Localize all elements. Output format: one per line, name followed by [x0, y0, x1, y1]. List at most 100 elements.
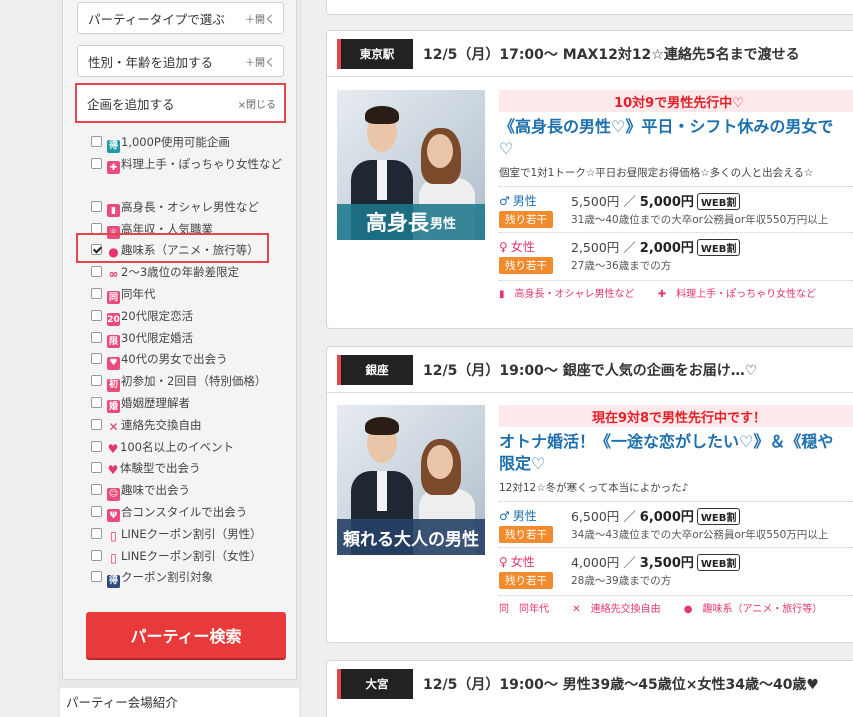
plans-toggle[interactable]: ×閉じる [238, 96, 276, 111]
party-search-button[interactable]: パーティー検索 [86, 612, 286, 658]
female-price: 4,000円 ／ 3,500円 WEB割 [571, 552, 741, 571]
smile-icon: ☺ [107, 487, 120, 501]
plan-option[interactable]: ▯ LINEクーポン割引（男性） [91, 525, 291, 547]
checkbox[interactable] [91, 136, 102, 147]
checkbox[interactable] [91, 309, 102, 321]
plan-option[interactable]: ♥ 40代の男女で出会う [91, 350, 291, 372]
plan-option[interactable]: 2020代限定恋活 [91, 307, 291, 329]
same-age-icon: 同 [107, 291, 120, 305]
event-header-title[interactable]: 12/5（月）19:00～ 銀座で人気の企画をお届け…♡ [423, 360, 757, 380]
plan-option[interactable]: 得クーポン割引対象 [91, 568, 291, 590]
checkbox[interactable] [91, 375, 102, 387]
plan-option-label: LINEクーポン割引（男性） [121, 526, 262, 541]
plan-option-label: 100名以上のイベント [120, 439, 234, 454]
gender-age-toggle[interactable]: ＋開く [245, 54, 275, 69]
remaining-tag: 残り若干 [499, 257, 553, 274]
plan-option[interactable]: 婚婚姻歴理解者 [91, 394, 291, 416]
plan-option[interactable]: ▮ 高身長・オシャレ男性など [91, 198, 291, 220]
event-card[interactable]: 東京駅 12/5（月）17:00～ MAX12対12☆連絡先5名まで渡せる 高身… [326, 30, 853, 329]
plans-accordion[interactable]: 企画を追加する ×閉じる [75, 83, 286, 123]
plan-option[interactable]: 得 1,000P使用可能企画 [91, 133, 291, 155]
plan-option-label: 婚姻歴理解者 [121, 395, 190, 410]
plan-option[interactable]: 初初参加・2回目（特別価格） [91, 372, 291, 394]
male-label: ♂ 男性 [499, 509, 537, 523]
checkbox[interactable] [91, 331, 102, 343]
plan-option-label: 30代限定婚活 [121, 330, 194, 345]
event-banner: 頼れる大人の男性 [337, 519, 485, 555]
checkbox[interactable] [91, 527, 102, 539]
checkbox[interactable] [91, 396, 102, 408]
plan-option[interactable]: Ψ 合コンスタイルで出会う [91, 503, 291, 525]
plan-option-label: 初参加・2回目（特別価格） [121, 374, 267, 389]
event-title[interactable]: オトナ婚活！《一途な恋がしたい♡》＆《穏や [499, 431, 853, 453]
tag-cooking: ✚ 料理上手・ぽっちゃり女性など [657, 289, 817, 300]
gender-age-accordion[interactable]: 性別・年齢を追加する ＋開く [77, 45, 284, 77]
plan-option-label: クーポン割引対象 [121, 570, 213, 585]
female-icon: ♀ [499, 555, 508, 569]
plan-option[interactable]: ∞ 2～3歳位の年齢差限定 [91, 263, 291, 285]
highlight-frame [76, 233, 269, 263]
event-header-title[interactable]: 12/5（月）17:00～ MAX12対12☆連絡先5名まで渡せる [423, 44, 800, 64]
heart-icon: ♥ [107, 441, 119, 456]
event-banner: 高身長 男性 [337, 204, 485, 240]
event-image[interactable]: 高身長 男性 [337, 90, 485, 240]
checkbox[interactable] [91, 157, 102, 169]
event-header: 東京駅 12/5（月）17:00～ MAX12対12☆連絡先5名まで渡せる [327, 31, 853, 77]
male-icon: ♂ [499, 194, 510, 208]
party-type-accordion[interactable]: パーティータイプで選ぶ ＋開く [77, 2, 284, 34]
checkbox[interactable] [91, 571, 102, 583]
male-label: ♂ 男性 [499, 194, 537, 208]
event-header-title[interactable]: 12/5（月）19:00～ 男性39歳～45歳位×女性34歳～40歳♥ [423, 674, 819, 694]
cooking-icon: ✚ [657, 289, 667, 300]
female-price-row: ♀ 女性 残り若干 4,000円 ／ 3,500円 WEB割 28歳～39歳までの方 [499, 547, 853, 593]
checkbox[interactable] [91, 287, 102, 299]
event-title-cont[interactable]: 限定♡ [499, 453, 853, 475]
event-tags: 同同年代 ✕ 連絡先交換自由 ● 趣味系（アニメ・旅行等） [499, 595, 853, 615]
checkbox[interactable] [91, 222, 102, 234]
plan-option[interactable]: ♥ 体験型で出会う [91, 459, 291, 481]
plan-option[interactable]: ✕ 連絡先交換自由 [91, 416, 291, 438]
event-title-cont[interactable]: ♡ [499, 138, 853, 160]
plan-option-label: 40代の男女で出会う [121, 352, 228, 367]
web-discount-badge: WEB割 [696, 239, 741, 256]
male-price: 5,500円 ／ 5,000円 WEB割 [571, 191, 741, 210]
venue-section: パーティー会場紹介 [60, 688, 299, 717]
event-detail: 10対9で男性先行中♡ 《高身長の男性♡》平日・シフト休みの男女で ♡ 個室で1… [499, 90, 853, 300]
event-image[interactable]: 頼れる大人の男性 [337, 405, 485, 555]
event-description: 12対12☆冬が寒くって本当によかった♪ [499, 482, 689, 494]
checkbox[interactable] [91, 418, 102, 430]
event-description: 個室で1対1トーク☆平日お昼限定お得価格☆多くの人と出会える☆ [499, 167, 814, 179]
checkbox[interactable] [91, 440, 102, 452]
plan-option[interactable]: 限 30代限定婚活 [91, 329, 291, 351]
rings-icon: ∞ [108, 267, 119, 282]
phone-icon: ▯ [110, 550, 117, 565]
checkbox[interactable] [91, 462, 102, 474]
banner-sub-text: 男性 [429, 216, 456, 232]
plan-option-label: LINEクーポン割引（女性） [121, 548, 262, 563]
phone-icon: ▯ [110, 528, 117, 543]
female-price: 2,500円 ／ 2,000円 WEB割 [571, 237, 741, 256]
plan-option[interactable]: ✚ 料理上手・ぽっちゃり女性など [91, 155, 291, 198]
checkbox[interactable] [91, 266, 102, 278]
plan-option[interactable]: ♥ 100名以上のイベント [91, 438, 291, 460]
female-condition: 28歳～39歳までの方 [571, 575, 672, 587]
web-discount-badge: WEB割 [696, 554, 741, 571]
checkbox[interactable] [91, 549, 102, 561]
female-condition: 27歳～36歳までの方 [571, 260, 672, 272]
female-icon: ♀ [499, 240, 508, 254]
plan-option[interactable]: ▯ LINEクーポン割引（女性） [91, 547, 291, 569]
event-card[interactable]: 銀座 12/5（月）19:00～ 銀座で人気の企画をお届け…♡ 頼れる大人の男性… [326, 346, 853, 643]
checkbox[interactable] [91, 484, 102, 496]
twenties-icon: 20 [107, 313, 120, 327]
location-badge: 銀座 [337, 354, 413, 385]
checkbox[interactable] [91, 200, 102, 212]
plan-option[interactable]: 同同年代 [91, 285, 291, 307]
event-card[interactable]: 大宮 12/5（月）19:00～ 男性39歳～45歳位×女性34歳～40歳♥ [326, 660, 853, 717]
filter-panel: パーティータイプで選ぶ ＋開く 性別・年齢を追加する ＋開く 企画を追加する ×… [62, 0, 297, 680]
checkbox[interactable] [91, 505, 102, 517]
checkbox[interactable] [91, 353, 102, 365]
same-age-icon: 同 [499, 604, 509, 615]
event-title[interactable]: 《高身長の男性♡》平日・シフト休みの男女で [499, 116, 853, 138]
plan-option[interactable]: ☺ 趣味で出会う [91, 481, 291, 503]
party-type-toggle[interactable]: ＋開く [245, 11, 275, 26]
